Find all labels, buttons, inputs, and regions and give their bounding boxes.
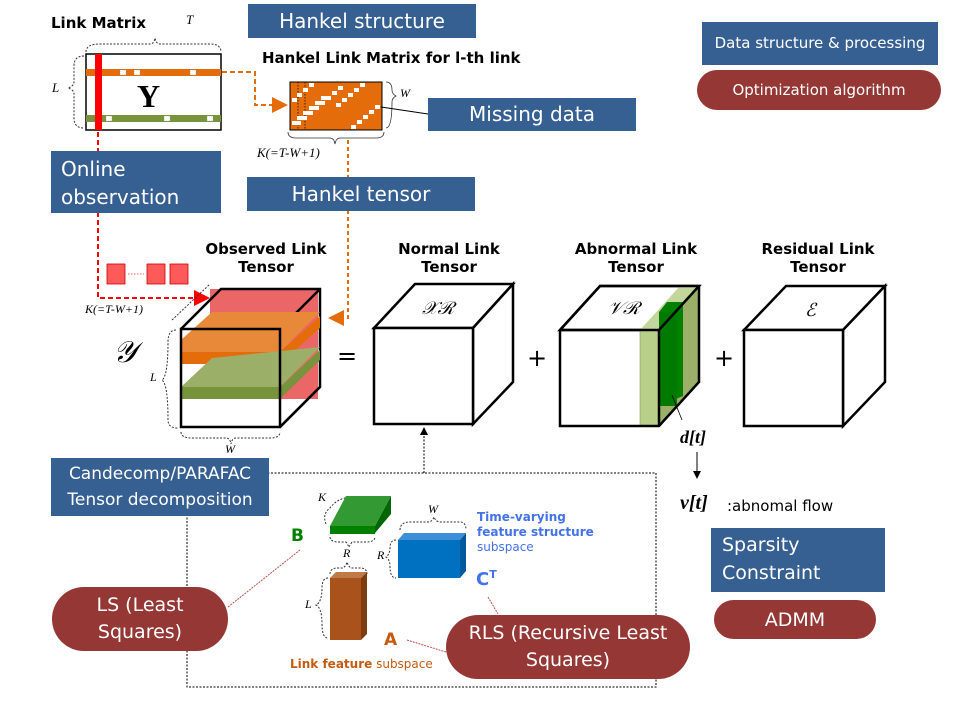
factor-a-letter: A <box>384 630 398 650</box>
abnormal-tensor-symbol: 𝒱ℛ <box>608 298 640 318</box>
missing-data-connector <box>380 106 429 115</box>
matrix-y-symbol: Y <box>137 78 161 114</box>
brace-t <box>85 37 222 53</box>
observed-dim-k: K(=T-W+1) <box>85 302 143 316</box>
abnormal-tensor-title: Abnormal Link Tensor <box>574 240 698 276</box>
factor-b-dim-r: R <box>343 546 351 560</box>
observation-column <box>95 54 102 130</box>
abnormal-flow-label: :abnomal flow <box>727 497 834 515</box>
connector-rls-c <box>487 596 499 615</box>
slice-d-label: d[t] <box>680 427 706 447</box>
hankel-matrix-title: Hankel Link Matrix for l-th link <box>262 49 521 67</box>
dim-t-label: T <box>186 12 194 27</box>
observed-tensor-cube <box>161 283 322 445</box>
cp-decomposition-box: Candecomp/PARAFAC Tensor decomposition <box>51 458 269 516</box>
residual-tensor-symbol: ℰ <box>805 300 816 320</box>
plus-sign-2: + <box>714 344 735 372</box>
hankel-dim-w: W <box>400 86 410 100</box>
link-matrix-title: Link Matrix <box>51 14 147 32</box>
brace-k <box>287 131 385 145</box>
normal-tensor-title: Normal Link Tensor <box>398 240 500 276</box>
observation-slices <box>106 263 189 285</box>
brace-w <box>385 81 397 129</box>
arrow-link-to-hankel <box>222 71 288 113</box>
dim-l-label: L <box>52 80 60 95</box>
arrow-hankel-to-tensor <box>328 140 349 326</box>
rls-pill: RLS (Recursive Least Squares) <box>446 615 690 679</box>
factor-b-dim-k: K <box>318 490 327 504</box>
connector-rls-a <box>406 639 447 653</box>
factor-c-letter: CT <box>476 568 497 590</box>
online-observation-box: Online observation <box>51 151 221 213</box>
residual-tensor-title: Residual Link Tensor <box>761 240 875 276</box>
observed-tensor-symbol: 𝒴 <box>113 336 137 369</box>
legend-optimization: Optimization algorithm <box>697 70 941 110</box>
sparsity-constraint-box: Sparsity Constraint <box>711 528 885 592</box>
factor-a-dim-l: L <box>305 597 312 611</box>
factor-b-letter: B <box>291 526 304 546</box>
factor-c-dim-w: W <box>428 502 438 516</box>
hankel-structure-box: Hankel structure <box>248 4 476 38</box>
observed-dim-w: W <box>225 442 235 456</box>
equals-sign: = <box>337 342 358 370</box>
abnormal-flow-symbol: v[t] <box>680 492 708 514</box>
factor-c-caption: Time-varying feature structure subspace <box>477 510 594 554</box>
factor-b-block <box>324 496 391 549</box>
missing-data-box: Missing data <box>428 98 636 131</box>
ls-pill: LS (Least Squares) <box>52 587 228 651</box>
observed-tensor-title: Observed Link Tensor <box>205 240 327 276</box>
factor-a-caption: Link feature subspace <box>290 657 433 671</box>
factor-c-dim-r: R <box>377 548 385 562</box>
legend-data-structure: Data structure & processing <box>702 22 938 65</box>
connector-ls-b <box>227 549 301 608</box>
admm-pill: ADMM <box>714 600 876 639</box>
factor-c-block <box>385 515 467 579</box>
online-observation-line1: Online <box>61 157 126 181</box>
plus-sign-1: + <box>527 344 548 372</box>
hankel-tensor-box: Hankel tensor <box>247 177 475 211</box>
hankel-dim-k: K(=T-W+1) <box>257 145 320 160</box>
orange-row <box>86 69 221 76</box>
observed-dim-l: L <box>150 370 157 384</box>
brace-l <box>66 55 85 129</box>
normal-tensor-symbol: 𝒳ℛ <box>422 298 455 318</box>
online-observation-line2: observation <box>61 185 180 209</box>
factor-a-block <box>314 561 368 640</box>
